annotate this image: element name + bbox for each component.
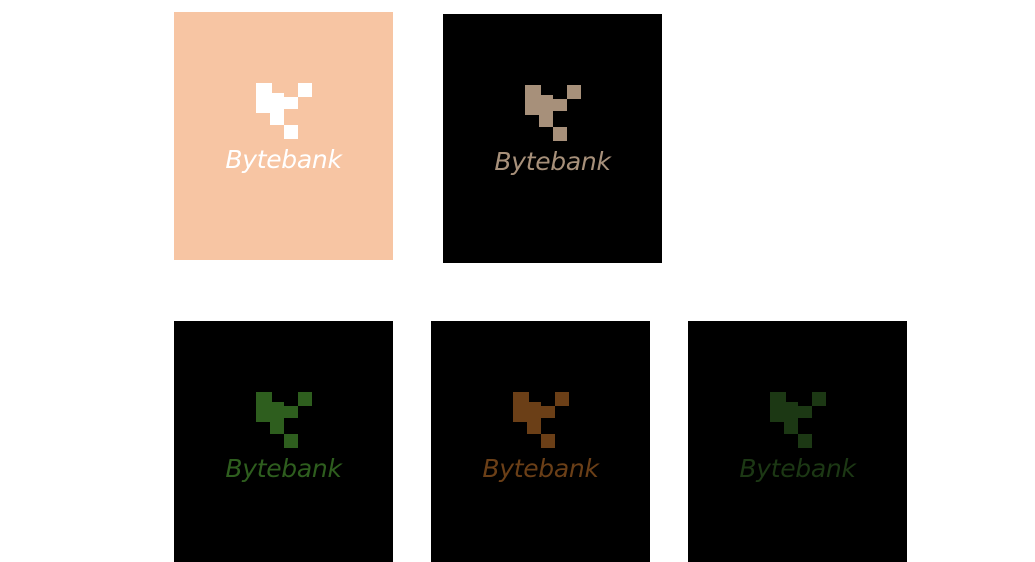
bytebank-logo-icon bbox=[512, 392, 569, 448]
logo-card-peach: Bytebank bbox=[174, 12, 393, 260]
brand-name: Bytebank bbox=[494, 147, 611, 176]
brand-name: Bytebank bbox=[225, 454, 342, 483]
logo-card-green-on-black: Bytebank bbox=[174, 321, 393, 562]
bytebank-logo-icon bbox=[255, 392, 312, 448]
logo-card-darkgreen-on-black: Bytebank bbox=[688, 321, 907, 562]
logo-card-brown-on-black: Bytebank bbox=[431, 321, 650, 562]
logo-card-beige-on-black: Bytebank bbox=[443, 14, 662, 263]
brand-name: Bytebank bbox=[482, 454, 599, 483]
bytebank-logo-icon bbox=[524, 85, 581, 141]
brand-name: Bytebank bbox=[225, 145, 342, 174]
bytebank-logo-icon bbox=[769, 392, 826, 448]
brand-name: Bytebank bbox=[739, 454, 856, 483]
bytebank-logo-icon bbox=[255, 83, 312, 139]
